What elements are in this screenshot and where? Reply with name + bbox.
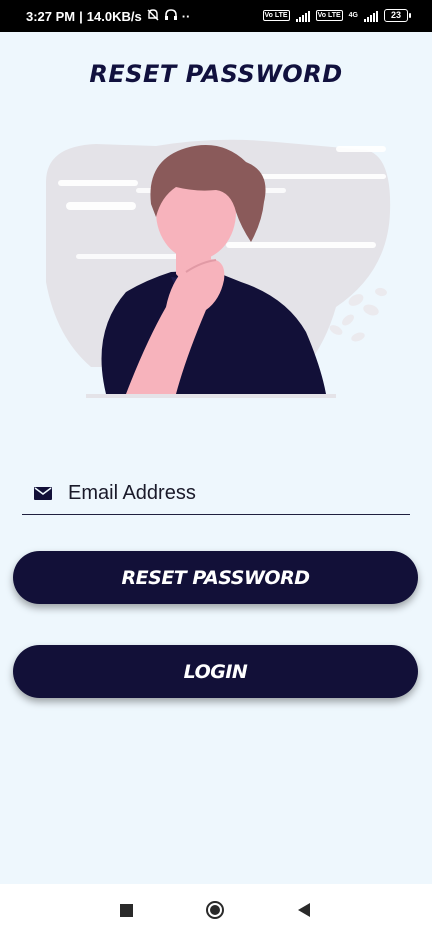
status-right: Vo LTE Vo LTE 4G 23	[262, 9, 411, 22]
bell-off-icon	[146, 8, 160, 25]
headphones-icon	[164, 8, 178, 25]
status-separator: |	[79, 9, 83, 24]
battery-icon: 23	[384, 9, 411, 22]
signal-icon	[295, 10, 310, 22]
triangle-back-icon[interactable]	[298, 903, 310, 917]
reset-password-button[interactable]: RESET PASSWORD	[13, 551, 418, 604]
status-left: 3:27 PM | 14.0KB/s ··	[26, 8, 190, 25]
mail-icon	[34, 486, 54, 500]
circle-icon[interactable]	[206, 901, 224, 919]
network-type: 4G	[348, 12, 358, 19]
square-icon[interactable]	[120, 904, 133, 917]
status-bar: 3:27 PM | 14.0KB/s ·· Vo LTE Vo LTE 4G 2…	[0, 0, 432, 32]
navigation-bar	[0, 884, 432, 936]
status-dots: ··	[181, 9, 191, 24]
page-title: RESET PASSWORD	[89, 60, 343, 88]
status-speed: 14.0KB/s	[86, 9, 142, 24]
signal-icon-2	[364, 10, 378, 22]
thinking-person-illustration	[46, 139, 391, 398]
volte-badge-1: Vo LTE	[262, 10, 290, 21]
volte-badge-2: Vo LTE	[315, 10, 343, 21]
email-input[interactable]	[68, 481, 368, 505]
login-button[interactable]: LOGIN	[13, 645, 418, 698]
email-field-container	[22, 472, 410, 515]
status-time: 3:27 PM	[26, 9, 76, 24]
